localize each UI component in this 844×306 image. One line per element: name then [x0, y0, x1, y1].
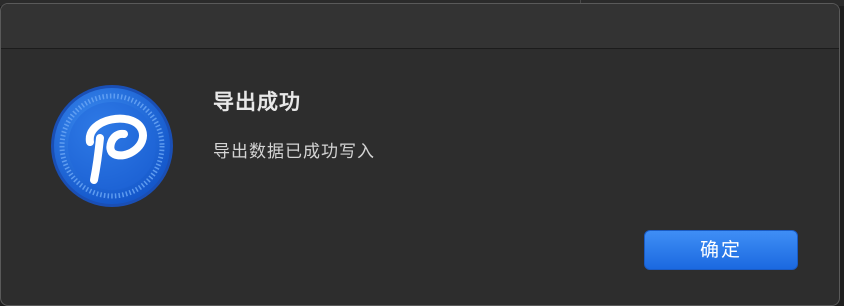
dialog-message: 导出数据已成功写入: [213, 142, 375, 162]
confirm-button[interactable]: 确定: [644, 230, 798, 270]
dialog-titlebar: [1, 4, 839, 49]
dialog-title: 导出成功: [213, 90, 301, 114]
app-logo-icon: [50, 84, 174, 208]
alert-dialog: 导出成功 导出数据已成功写入 确定: [0, 3, 840, 306]
